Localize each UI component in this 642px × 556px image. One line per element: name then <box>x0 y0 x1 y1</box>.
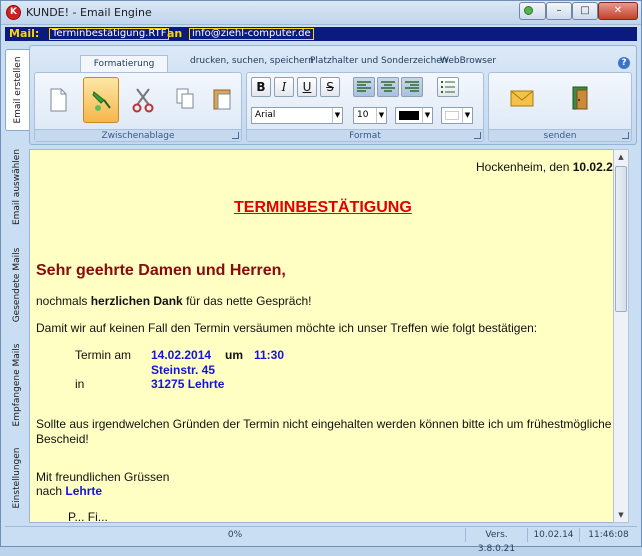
tab-einstellungen[interactable]: Einstellungen <box>5 437 29 519</box>
send-launcher-icon[interactable] <box>622 132 629 139</box>
group-clipboard: Zwischenablage <box>34 72 242 142</box>
tab-email-auswaehlen[interactable]: Email auswählen <box>5 141 29 233</box>
an-label: an <box>167 27 183 40</box>
copy-icon <box>176 88 194 109</box>
door-icon <box>572 86 588 110</box>
copy-button[interactable] <box>167 77 203 123</box>
closing-line: Mit freundlichen Grüssen <box>36 470 170 484</box>
chevron-down-icon: ▼ <box>462 108 472 123</box>
tab-formatierung[interactable]: Formatierung <box>80 55 168 73</box>
scroll-down-icon[interactable]: ▼ <box>614 508 628 522</box>
mail-label: Mail: <box>9 27 40 40</box>
white-swatch <box>445 111 459 120</box>
um-label: um <box>225 348 243 362</box>
salutation: Sehr geehrte Damen und Herren, <box>36 262 286 279</box>
nach-line: nach Lehrte <box>36 484 103 498</box>
termin-date: 14.02.2014 <box>151 348 212 362</box>
align-right-button[interactable] <box>401 77 423 97</box>
new-document-button[interactable] <box>39 77 75 123</box>
strikethrough-button[interactable]: S <box>320 77 340 97</box>
tab-drucken[interactable]: drucken, suchen, speichern <box>190 56 314 66</box>
bold-button[interactable]: B <box>251 77 271 97</box>
progress-text: 0% <box>227 530 243 540</box>
highlight-color-select[interactable]: ▼ <box>441 107 473 124</box>
clipboard-group-label: Zwischenablage <box>35 129 241 141</box>
app-window: K KUNDE! - Email Engine – □ ✕ Mail: Term… <box>0 0 642 554</box>
tab-email-erstellen[interactable]: Email erstellen <box>5 49 29 131</box>
envelope-icon <box>510 90 534 107</box>
notice-line-1: Sollte aus irgendwelchen Gründen der Ter… <box>36 417 612 431</box>
termin-label: Termin am <box>75 348 132 362</box>
underline-button[interactable]: U <box>297 77 317 97</box>
intro-line: Damit wir auf keinen Fall den Termin ver… <box>36 321 538 335</box>
tab-webbrowser[interactable]: WebBrowser <box>440 56 496 66</box>
align-center-button[interactable] <box>377 77 399 97</box>
scroll-thumb[interactable] <box>615 166 627 312</box>
tab-gesendete-mails[interactable]: Gesendete Mails <box>5 237 29 333</box>
align-left-button[interactable] <box>353 77 375 97</box>
termin-street: Steinstr. 45 <box>151 363 216 377</box>
align-right-icon <box>405 81 419 92</box>
maximize-button[interactable]: □ <box>572 2 598 20</box>
editor-scrollbar[interactable]: ▲ ▼ <box>613 149 629 523</box>
text-color-select[interactable]: ▼ <box>395 107 433 124</box>
termin-time: 11:30 <box>254 348 285 362</box>
chevron-down-icon: ▼ <box>332 108 342 123</box>
tab-empfangene-mails[interactable]: Empfangene Mails <box>5 335 29 435</box>
email-editor[interactable]: Hockenheim, den 10.02.2014 TERMINBESTÄTI… <box>29 149 623 523</box>
termin-city: 31275 Lehrte <box>151 377 225 391</box>
place-date-line: Hockenheim, den 10.02.2014 <box>476 160 622 174</box>
extra-button[interactable] <box>519 2 546 20</box>
recipient-field[interactable]: info@ziehl-computer.de <box>189 28 314 40</box>
align-center-icon <box>381 81 395 92</box>
notice-line-2: Bescheid! <box>36 432 89 446</box>
clipboard-launcher-icon[interactable] <box>232 132 239 139</box>
bullet-list-icon <box>441 81 455 93</box>
thanks-line: nochmals herzlichen Dank für das nette G… <box>36 294 312 308</box>
format-launcher-icon[interactable] <box>474 132 481 139</box>
scroll-up-icon[interactable]: ▲ <box>614 150 628 164</box>
tab-platzhalter[interactable]: Platzhalter und Sonderzeichen <box>310 56 448 66</box>
format-painter-icon <box>92 91 111 111</box>
side-tab-strip: Email erstellen Email auswählen Gesendet… <box>5 45 29 525</box>
signature-partial: P... Fi... <box>68 510 108 523</box>
paste-button[interactable] <box>205 77 241 123</box>
new-document-icon <box>50 88 67 112</box>
app-logo-icon: K <box>6 5 21 20</box>
exit-button[interactable] <box>561 77 597 123</box>
mail-info-bar: Mail: Terminbestätigung.RTF an info@zieh… <box>5 27 637 41</box>
scissors-icon <box>132 88 154 113</box>
font-select[interactable]: Arial ▼ <box>251 107 343 124</box>
chevron-down-icon: ▼ <box>376 108 386 123</box>
send-group-label: senden <box>489 129 631 141</box>
black-swatch <box>399 111 419 120</box>
status-time: 11:46:08 <box>579 528 637 542</box>
version-text: Vers. 3.8.0.21 <box>465 528 527 554</box>
italic-button[interactable]: I <box>274 77 294 97</box>
chevron-down-icon: ▼ <box>422 108 432 123</box>
cut-button[interactable] <box>125 77 161 123</box>
window-title: KUNDE! - Email Engine <box>26 6 152 19</box>
status-date: 10.02.14 <box>527 528 579 542</box>
help-icon[interactable]: ? <box>618 57 630 69</box>
format-painter-button[interactable] <box>83 77 119 123</box>
title-bar: K KUNDE! - Email Engine – □ ✕ <box>1 1 641 25</box>
ribbon: Formatierung drucken, suchen, speichern … <box>29 45 637 145</box>
align-left-icon <box>357 81 371 92</box>
group-format: B I U S Arial ▼ 10 ▼ ▼ ▼ Format <box>246 72 484 142</box>
status-bar: 0% Vers. 3.8.0.21 10.02.14 11:46:08 <box>5 526 637 554</box>
format-group-label: Format <box>247 129 483 141</box>
send-mail-button[interactable] <box>503 77 539 123</box>
green-dot-icon <box>524 6 533 15</box>
close-button[interactable]: ✕ <box>598 2 638 20</box>
paste-icon <box>213 89 231 110</box>
group-send: senden <box>488 72 632 142</box>
attachment-field[interactable]: Terminbestätigung.RTF <box>49 28 170 40</box>
minimize-button[interactable]: – <box>546 2 572 20</box>
font-size-select[interactable]: 10 ▼ <box>353 107 387 124</box>
letter-heading: TERMINBESTÄTIGUNG <box>234 199 412 216</box>
bullet-list-button[interactable] <box>437 77 459 97</box>
in-label: in <box>75 377 85 391</box>
